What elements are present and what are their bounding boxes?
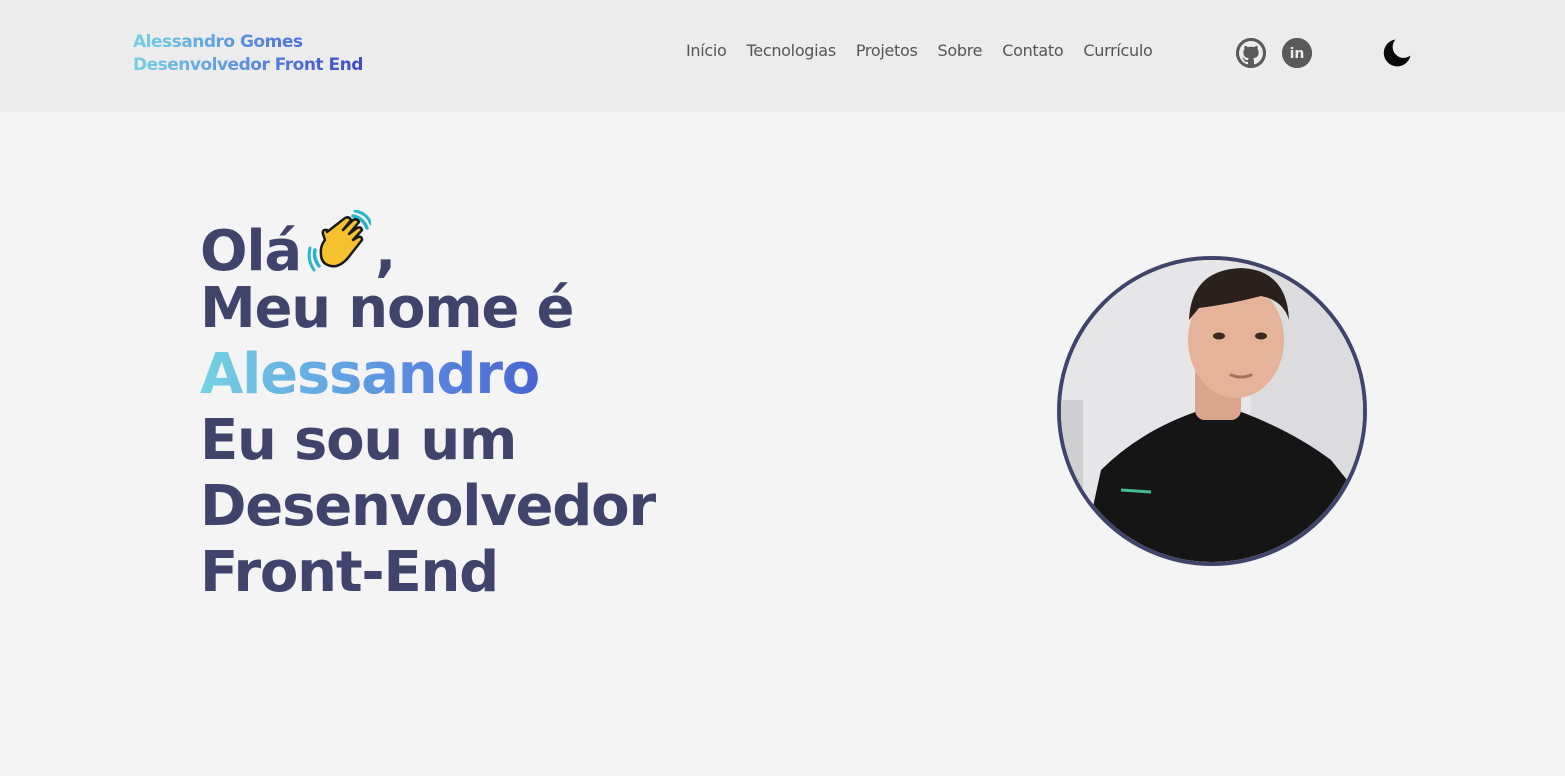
brand-role: Desenvolvedor Front End [133,55,363,75]
greeting-line: Olá , [200,209,655,284]
brand-name: Alessandro Gomes [133,32,303,52]
brand-logo[interactable]: Alessandro Gomes Desenvolvedor Front End [133,31,363,77]
nav-link-inicio[interactable]: Início [686,41,727,60]
role-line: Desenvolvedor [200,474,656,539]
nav-link-tecnologias[interactable]: Tecnologias [747,41,837,60]
hero-name: Alessandro [200,342,655,408]
greeting-suffix: , [375,219,396,284]
hero-heading: Olá , Meu nome é Alessandro Eu sou um De… [200,209,656,606]
linkedin-icon[interactable]: in [1282,38,1312,68]
profile-photo [1057,256,1367,566]
nav-link-curriculo[interactable]: Currículo [1083,41,1152,60]
github-icon[interactable] [1236,38,1266,68]
intro-line: Meu nome é [200,276,574,341]
linkedin-glyph: in [1290,46,1305,62]
main-nav: Início Tecnologias Projetos Sobre Contat… [686,41,1153,60]
role-intro-line: Eu sou um [200,408,517,473]
nav-link-contato[interactable]: Contato [1002,41,1063,60]
greeting-text: Olá [200,219,302,284]
theme-toggle-button[interactable] [1381,37,1413,69]
social-links: in [1236,38,1312,68]
nav-link-projetos[interactable]: Projetos [856,41,918,60]
nav-link-sobre[interactable]: Sobre [938,41,983,60]
top-navbar: Alessandro Gomes Desenvolvedor Front End… [0,0,1565,112]
role-specialty-line: Front-End [200,540,499,605]
moon-icon [1383,39,1411,67]
